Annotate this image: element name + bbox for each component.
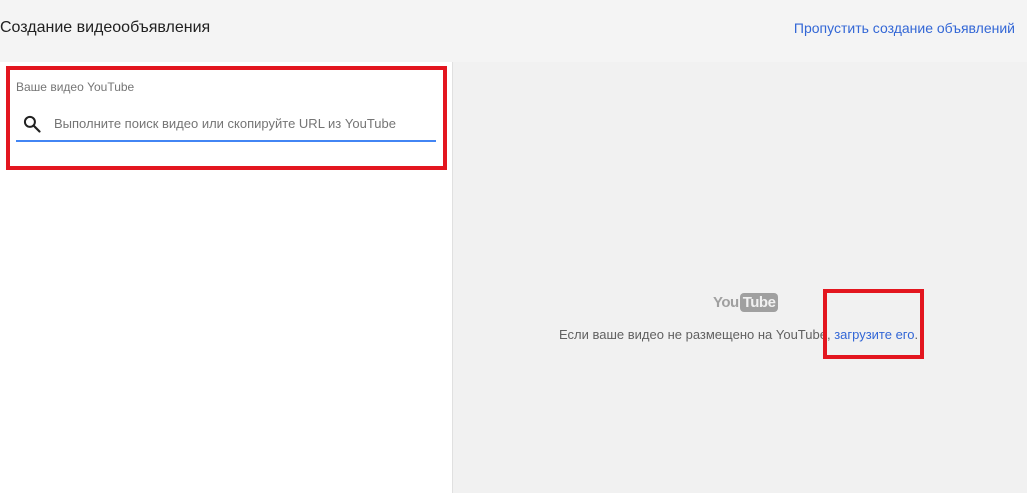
skip-ad-creation-link[interactable]: Пропустить создание объявлений bbox=[794, 20, 1015, 36]
search-input[interactable] bbox=[54, 108, 430, 138]
upload-video-link[interactable]: загрузите его bbox=[834, 327, 914, 342]
youtube-video-label: Ваше видео YouTube bbox=[16, 80, 135, 94]
video-search-field[interactable] bbox=[16, 108, 436, 142]
video-preview-panel bbox=[453, 62, 1027, 493]
youtube-logo: You Tube bbox=[713, 292, 779, 312]
page-header: Создание видеообъявления Пропустить созд… bbox=[0, 0, 1027, 62]
page-title: Создание видеообъявления bbox=[0, 19, 211, 36]
upload-message: Если ваше видео не размещено на YouTube,… bbox=[559, 327, 918, 342]
upload-message-text: Если ваше видео не размещено на YouTube, bbox=[559, 327, 831, 342]
youtube-logo-you: You bbox=[713, 293, 739, 311]
search-icon bbox=[23, 115, 41, 133]
upload-message-period: . bbox=[914, 327, 919, 342]
youtube-logo-tube: Tube bbox=[739, 292, 779, 312]
